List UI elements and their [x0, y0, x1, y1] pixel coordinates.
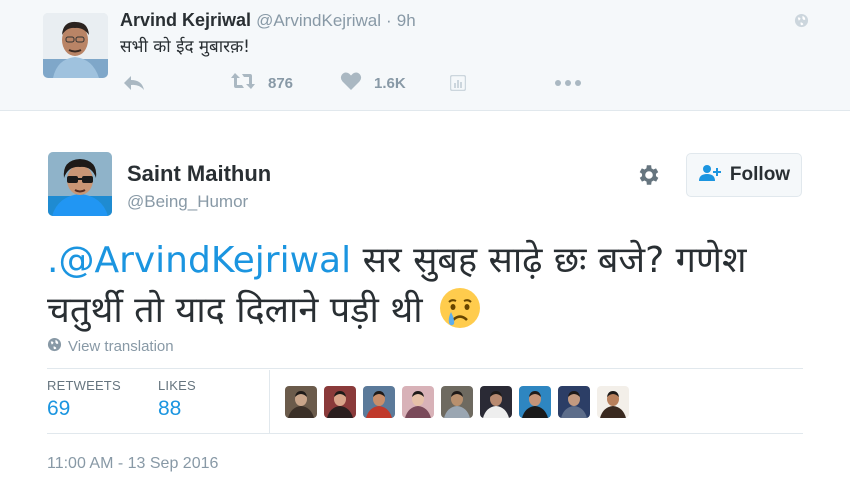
parent-tweet-actions: 876 1.6K	[122, 71, 602, 96]
mention-link[interactable]: .@ArvindKejriwal	[47, 240, 351, 281]
liker-avatar[interactable]	[519, 386, 551, 418]
liker-avatar[interactable]	[363, 386, 395, 418]
crying-face-emoji	[438, 286, 482, 330]
heart-icon	[340, 71, 362, 96]
follow-button[interactable]: Follow	[686, 153, 802, 197]
liker-avatar[interactable]	[441, 386, 473, 418]
likes-label: LIKES	[158, 378, 196, 393]
tweet-stats: RETWEETS 69 LIKES 88	[47, 368, 803, 434]
author-name[interactable]: Saint Maithun	[127, 161, 271, 187]
retweet-button[interactable]: 876	[230, 72, 293, 94]
retweet-count: 876	[268, 74, 294, 92]
globe-icon	[794, 13, 809, 28]
tweet-text: .@ArvindKejriwal सर सुबह साढ़े छः बजे? ग…	[47, 236, 807, 336]
liker-avatar[interactable]	[597, 386, 629, 418]
parent-tweet[interactable]: Arvind Kejriwal @ArvindKejriwal · 9h सभी…	[0, 0, 850, 111]
gear-icon[interactable]	[636, 162, 662, 188]
likes-stat[interactable]: LIKES 88	[158, 378, 196, 421]
retweets-stat[interactable]: RETWEETS 69	[47, 378, 121, 421]
add-user-icon	[698, 164, 722, 187]
reply-icon[interactable]	[122, 72, 146, 94]
parent-author-handle[interactable]: @ArvindKejriwal	[256, 11, 381, 30]
retweets-count: 69	[47, 397, 71, 420]
follow-label: Follow	[729, 164, 791, 185]
parent-author-name[interactable]: Arvind Kejriwal	[120, 10, 251, 30]
tweet-timestamp[interactable]: 11:00 AM - 13 Sep 2016	[47, 455, 218, 473]
liker-avatar[interactable]	[558, 386, 590, 418]
likes-count: 88	[158, 397, 182, 420]
liker-avatar[interactable]	[285, 386, 317, 418]
view-translation-label: View translation	[68, 338, 174, 355]
stats-divider	[269, 370, 270, 434]
liker-avatar[interactable]	[324, 386, 356, 418]
liker-avatar[interactable]	[402, 386, 434, 418]
analytics-icon[interactable]	[450, 72, 466, 94]
author-handle[interactable]: @Being_Humor	[127, 192, 248, 212]
retweets-label: RETWEETS	[47, 378, 121, 393]
parent-tweet-text: सभी को ईद मुबारक़!	[120, 37, 250, 57]
author-avatar[interactable]	[48, 152, 112, 216]
liker-avatars	[285, 386, 636, 418]
view-translation-link[interactable]: View translation	[47, 337, 174, 356]
more-icon[interactable]	[554, 72, 582, 94]
header-separator: ·	[386, 11, 392, 30]
globe-icon	[47, 337, 62, 356]
like-count: 1.6K	[374, 74, 406, 92]
like-button[interactable]: 1.6K	[340, 71, 406, 96]
parent-author-avatar[interactable]	[43, 13, 108, 78]
liker-avatar[interactable]	[480, 386, 512, 418]
retweet-icon	[230, 72, 256, 95]
parent-tweet-header: Arvind Kejriwal @ArvindKejriwal · 9h	[120, 10, 416, 31]
parent-tweet-time[interactable]: 9h	[397, 11, 416, 30]
